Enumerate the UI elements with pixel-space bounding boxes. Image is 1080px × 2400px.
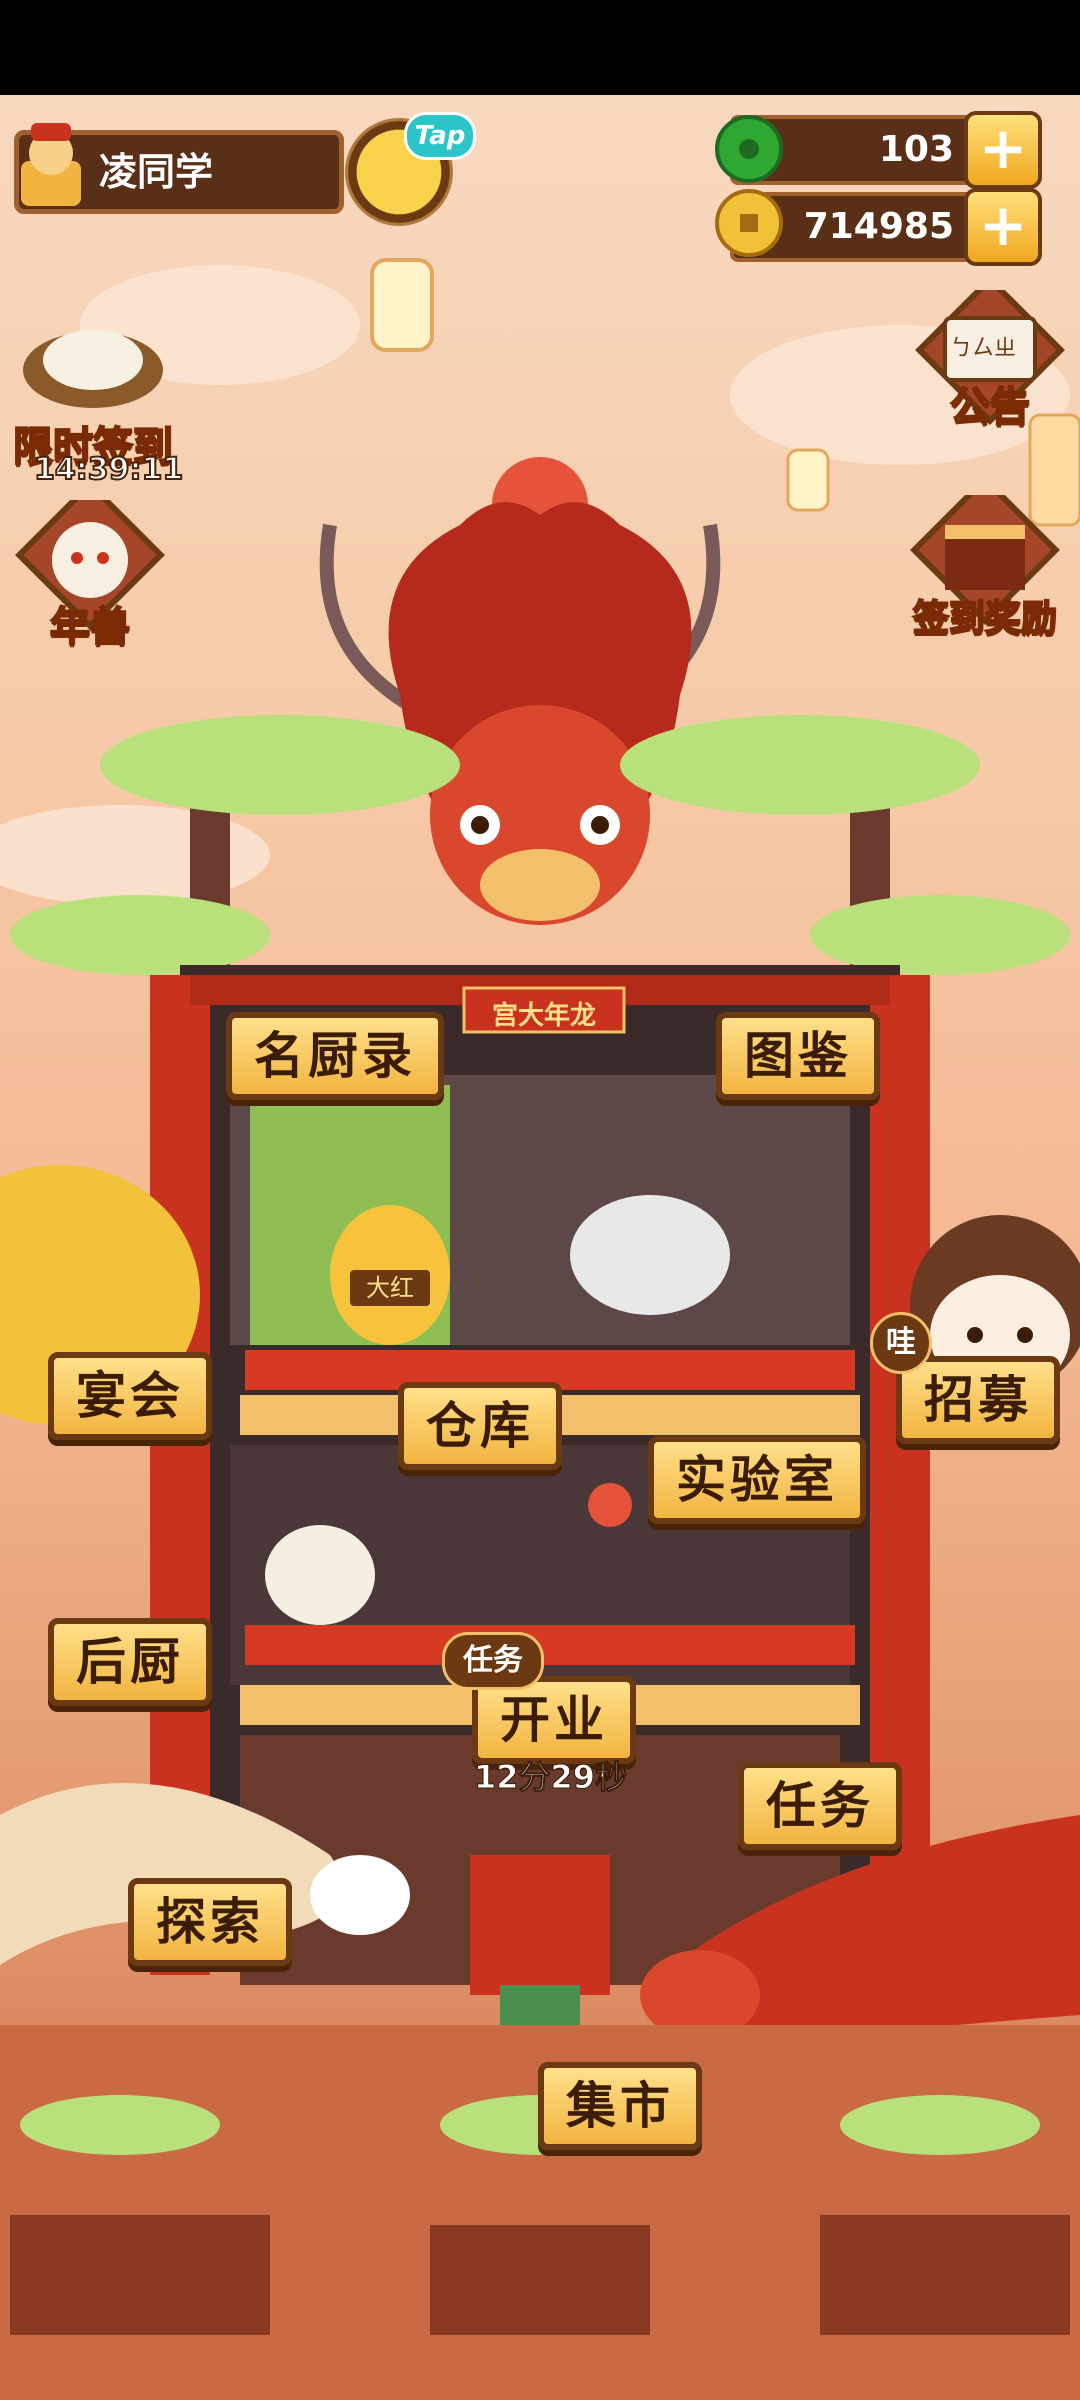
status-bar <box>0 0 1080 95</box>
atlas-button[interactable]: 图鉴 <box>716 1012 880 1100</box>
notice-button[interactable]: ㄅㄙㄓ 公告 <box>900 275 1080 432</box>
coin-icon <box>715 189 783 257</box>
shop-sign: 大红 <box>350 1270 430 1306</box>
nian-beast-button[interactable]: 年兽 <box>0 480 180 652</box>
tap-badge[interactable]: Tap <box>404 112 476 160</box>
jade-resource-bar: 103 + <box>715 111 1042 189</box>
warehouse-button[interactable]: 仓库 <box>398 1382 562 1470</box>
jade-icon <box>715 115 783 183</box>
signin-timer: 14:39:11 <box>33 451 184 488</box>
banquet-button[interactable]: 宴会 <box>48 1352 212 1440</box>
signin-reward-label: 签到奖励 <box>912 597 1058 640</box>
player-name: 凌同学 <box>99 150 214 194</box>
add-jade-button[interactable]: + <box>964 111 1042 189</box>
building-sign: 宫大年龙 <box>491 1001 596 1031</box>
player-name-bar[interactable]: 凌同学 <box>14 123 344 214</box>
task-badge: 任务 <box>442 1632 544 1690</box>
back-kitchen-button[interactable]: 后厨 <box>48 1618 212 1706</box>
dragon-head-icon <box>319 502 721 925</box>
open-timer: 12分29秒 <box>473 1758 628 1797</box>
add-coin-button[interactable]: + <box>964 188 1042 266</box>
signin-reward-button[interactable]: 签到奖励 <box>890 475 1080 641</box>
chef-avatar-icon <box>21 123 81 206</box>
notice-icon-text: ㄅㄙㄓ <box>950 336 1017 361</box>
jade-count: 103 <box>878 129 954 170</box>
explore-button[interactable]: 探索 <box>128 1878 292 1966</box>
coin-resource-bar: 714985 + <box>715 188 1042 266</box>
lab-button[interactable]: 实验室 <box>648 1436 866 1524</box>
timed-signin-button[interactable]: 限时签到 <box>8 310 178 472</box>
recruit-badge: 哇 <box>870 1312 932 1374</box>
dumpling-basket-icon <box>23 330 163 408</box>
task-button[interactable]: 任务 <box>738 1762 902 1850</box>
market-button[interactable]: 集市 <box>538 2062 702 2150</box>
coin-count: 714985 <box>803 206 954 247</box>
chef-roster-button[interactable]: 名厨录 <box>226 1012 444 1100</box>
recruit-button[interactable]: 招募 <box>896 1356 1060 1444</box>
